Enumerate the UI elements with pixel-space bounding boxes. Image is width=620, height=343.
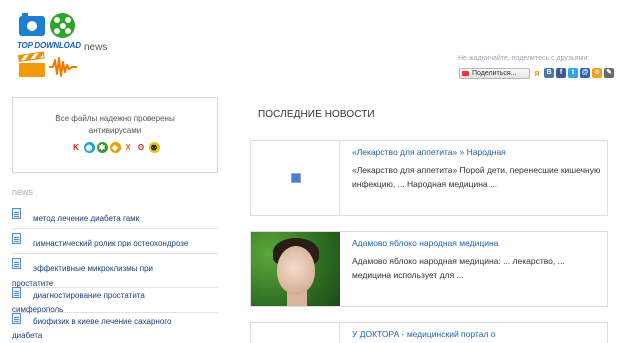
sidebar-news-link[interactable]: диабета <box>12 329 42 343</box>
news-title-link[interactable]: У ДОКТОРА - медицинский портал о <box>352 329 496 339</box>
livejournal-icon[interactable]: ✎ <box>604 68 614 78</box>
document-icon <box>12 233 21 244</box>
image-placeholder-icon <box>291 173 301 183</box>
share-prompt: Не жадничайте, поделитесь с друзьями: <box>458 55 590 62</box>
sidebar-news-item[interactable]: диагностирование простатита симферополь <box>12 287 218 314</box>
brand-name: TOP DOWNLOAD <box>17 41 81 50</box>
sidebar-news-item[interactable]: биофизик в киеве лечение сахарного диабе… <box>12 313 218 343</box>
news-description: Адамово яблоко народная медицина: ... ле… <box>352 256 565 280</box>
news-title-link[interactable]: Адамово яблоко народная медицина <box>352 238 498 248</box>
latest-news-title: ПОСЛЕДНИЕ НОВОСТИ <box>258 109 375 120</box>
news-thumbnail[interactable] <box>251 141 340 215</box>
news-card: Адамово яблоко народная медицина Адамово… <box>250 231 608 307</box>
woman-face-photo <box>251 232 340 306</box>
document-icon <box>12 287 21 298</box>
share-button-label: Поделиться... <box>472 69 517 77</box>
facebook-icon[interactable]: f <box>556 68 566 78</box>
sidebar-news-link[interactable]: биофизик в киеве лечение сахарного <box>33 315 171 329</box>
antivirus-text: Все файлы надежно проверены антивирусами <box>55 114 175 135</box>
news-card: «Лекарство для аппетита» » Народная «Лек… <box>250 140 608 216</box>
sidebar-news-item[interactable]: гимнастический ролик при остеохондрозе <box>12 233 218 254</box>
camera-icon <box>19 13 45 36</box>
site-logo[interactable]: TOP DOWNLOAD <box>17 12 81 80</box>
sidebar-news-item[interactable]: метод лечение диабета гамк <box>12 208 218 229</box>
news-thumbnail[interactable] <box>251 232 340 306</box>
vkontakte-icon[interactable]: B <box>544 68 554 78</box>
news-card: У ДОКТОРА - медицинский портал о <box>250 322 608 343</box>
sidebar-news-link[interactable]: метод лечение диабета гамк <box>33 212 139 226</box>
odnoklassniki-icon[interactable]: o <box>592 68 602 78</box>
clapperboard-icon <box>18 51 45 77</box>
twitter-icon[interactable]: t <box>568 68 578 78</box>
share-bar: Поделиться... я B f t @ o ✎ <box>459 67 614 79</box>
share-button[interactable]: Поделиться... <box>459 67 530 79</box>
mailru-icon[interactable]: @ <box>580 68 590 78</box>
document-icon <box>12 313 21 324</box>
document-icon <box>12 208 21 219</box>
film-reel-icon <box>50 13 75 38</box>
sidebar-news-link[interactable]: гимнастический ролик при остеохондрозе <box>33 237 188 251</box>
news-thumbnail[interactable] <box>251 323 340 343</box>
sidebar-news-link[interactable]: эффективные микроклизмы при <box>33 262 153 276</box>
site-section-label: news <box>84 42 108 53</box>
sidebar-news-item[interactable]: эффективные микроклизмы при простатите <box>12 258 218 288</box>
antivirus-banner: Все файлы надежно проверены антивирусами… <box>12 97 218 173</box>
audio-wave-icon <box>49 57 77 77</box>
news-title-link[interactable]: «Лекарство для аппетита» » Народная <box>352 147 506 157</box>
document-icon <box>12 258 21 269</box>
sidebar-news-link[interactable]: диагностирование простатита <box>33 289 145 303</box>
sidebar-title: news <box>12 187 34 197</box>
yandex-icon[interactable]: я <box>532 68 542 78</box>
news-description: «Лекарство для аппетита» Порой дети, пер… <box>352 165 601 189</box>
antivirus-icons: K ◉ ✱ ◆ X ʘ ⊗ <box>13 142 217 153</box>
